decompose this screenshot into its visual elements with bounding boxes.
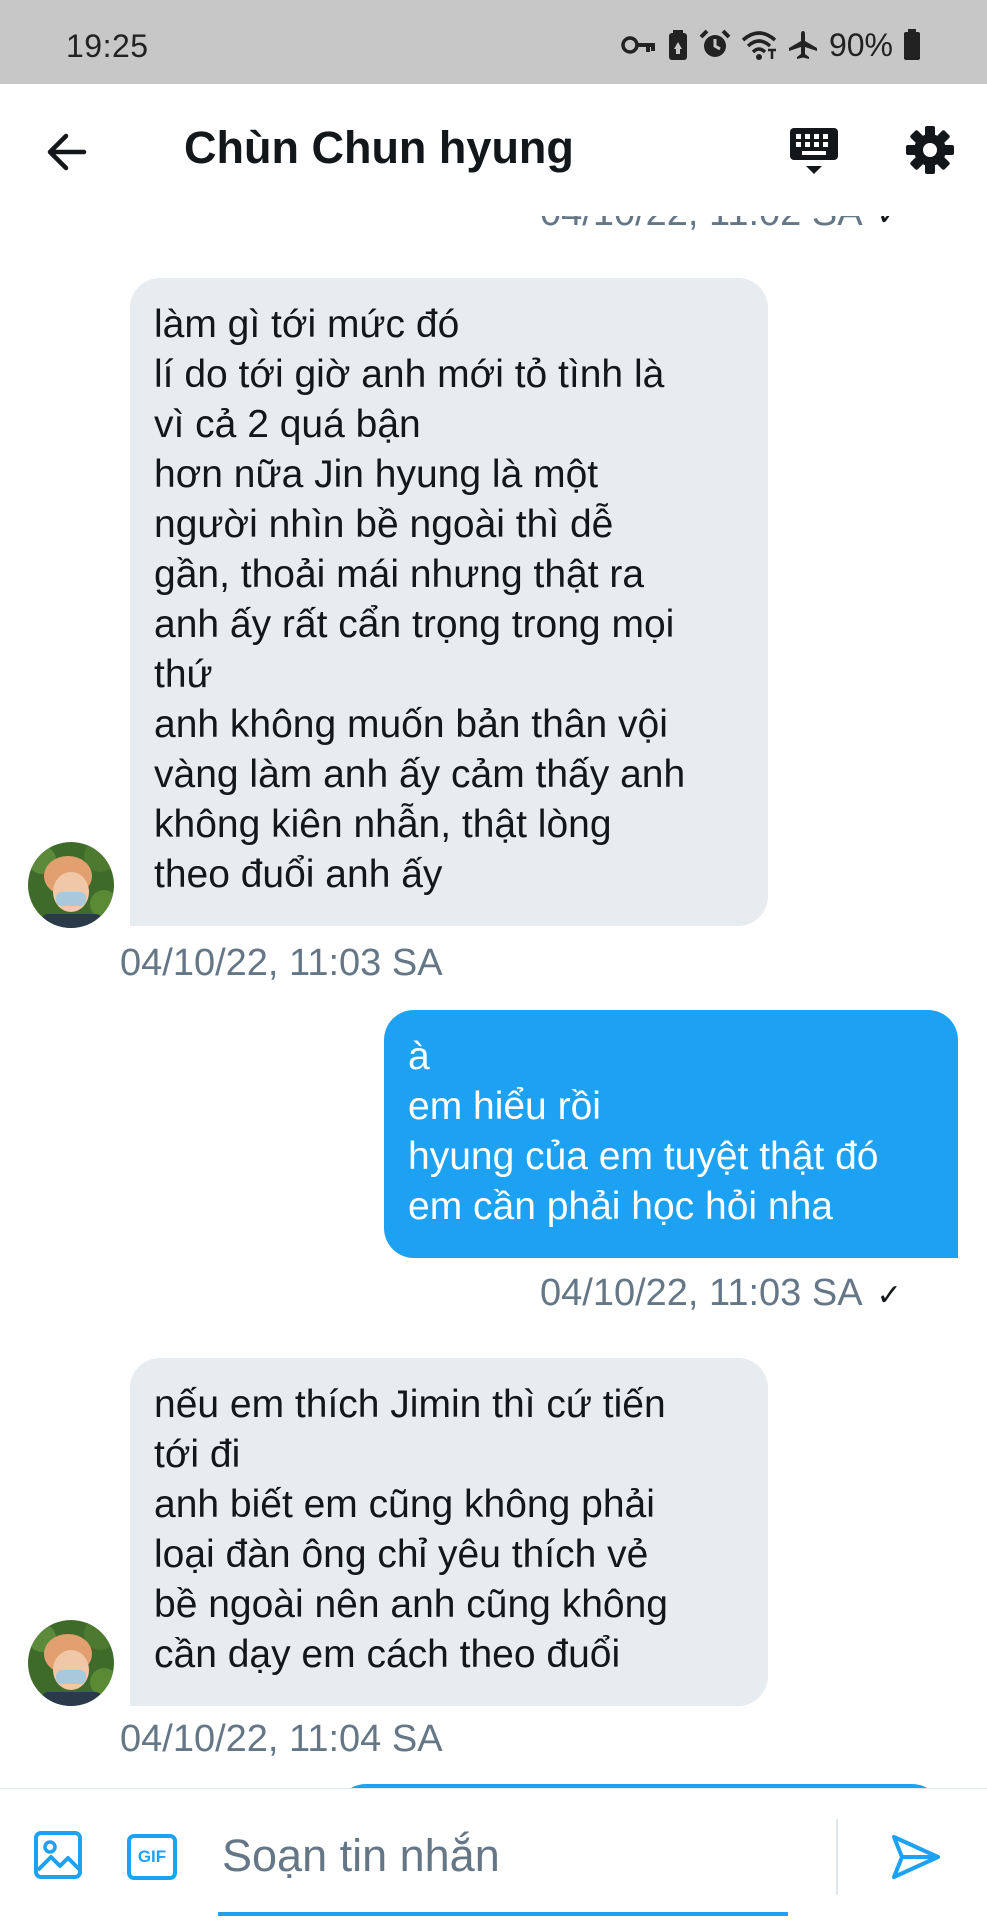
conversation-title[interactable]: Chùn Chun hyung — [184, 122, 574, 174]
message-list[interactable]: 04/10/22, 11:02 SA ✓ làm gì tới mức đó lí… — [0, 200, 987, 1788]
airplane-icon — [787, 29, 819, 61]
image-icon — [33, 1830, 83, 1885]
battery-icon — [903, 29, 921, 61]
gif-label: GIF — [137, 1847, 167, 1866]
gif-icon: GIF — [126, 1833, 178, 1881]
composer-divider — [836, 1819, 838, 1895]
message-input[interactable] — [218, 1815, 792, 1897]
sent-check-icon: ✓ — [876, 1279, 902, 1312]
add-image-button[interactable] — [30, 1829, 86, 1885]
battery-saver-icon — [667, 29, 689, 61]
send-icon — [890, 1833, 942, 1886]
incoming-message-bubble[interactable]: làm gì tới mức đó lí do tới giờ anh mới … — [130, 278, 768, 926]
message-input-underline — [218, 1912, 788, 1916]
avatar[interactable] — [28, 842, 114, 928]
status-bar: 19:25 90% — [0, 0, 987, 84]
incoming-message-bubble[interactable]: nếu em thích Jimin thì cứ tiến tới đi an… — [130, 1358, 768, 1706]
avatar[interactable] — [28, 1620, 114, 1706]
message-timestamp: 04/10/22, 11:04 SA — [120, 1718, 443, 1760]
wifi-icon — [741, 30, 777, 60]
settings-button[interactable] — [902, 124, 958, 180]
add-gif-button[interactable]: GIF — [124, 1829, 180, 1885]
message-composer: GIF — [0, 1788, 987, 1921]
conversation-header: Chùn Chun hyung — [0, 84, 987, 216]
keyboard-icon — [788, 126, 840, 183]
status-time: 19:25 — [66, 28, 149, 64]
key-icon — [621, 33, 657, 57]
back-arrow-icon — [44, 132, 88, 177]
back-button[interactable] — [38, 126, 94, 182]
gear-icon — [905, 125, 955, 180]
alarm-icon — [699, 29, 731, 61]
message-timestamp: 04/10/22, 11:03 SA — [120, 942, 443, 984]
send-button[interactable] — [886, 1829, 946, 1889]
message-timestamp: 04/10/22, 11:03 SA ✓ — [540, 1272, 902, 1314]
keyboard-button[interactable] — [784, 124, 844, 184]
outgoing-message-bubble[interactable]: à em hiểu rồi hyung của em tuyệt thật đó… — [384, 1010, 958, 1258]
status-icons: 90% — [621, 26, 921, 64]
battery-percent: 90% — [828, 26, 893, 63]
